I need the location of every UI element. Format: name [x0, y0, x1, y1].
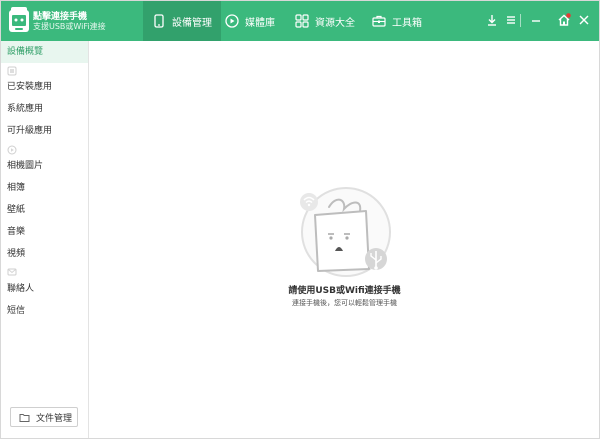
empty-state-subtitle: 連接手機後，您可以輕鬆管理手機 — [292, 299, 397, 307]
sidebar-item-installed-apps[interactable]: 已安裝應用 — [1, 76, 88, 98]
tab-label: 媒體庫 — [245, 17, 275, 29]
sidebar-item-albums[interactable]: 相簿 — [1, 177, 88, 199]
tab-label: 設備管理 — [172, 17, 212, 29]
tab-label: 工具箱 — [392, 17, 422, 29]
download-icon[interactable] — [485, 13, 499, 27]
close-icon[interactable] — [577, 13, 591, 27]
toolbox-icon — [372, 14, 386, 28]
messages-section-icon — [7, 267, 17, 277]
apps-section-icon — [7, 66, 17, 76]
empty-state-title: 請使用USB或Wifi連接手機 — [288, 286, 401, 296]
sidebar-item-device-overview[interactable]: 設備概覽 — [1, 41, 88, 63]
minimize-icon[interactable] — [529, 13, 543, 27]
disconnected-phone-illustration — [299, 185, 393, 279]
sidebar-item-wallpapers[interactable]: 壁紙 — [1, 199, 88, 221]
phone-icon — [152, 14, 166, 28]
sidebar-item-sms[interactable]: 短信 — [1, 300, 88, 322]
grid-icon — [295, 14, 309, 28]
sidebar-item-contacts[interactable]: 聯絡人 — [1, 278, 88, 300]
tab-toolbox[interactable]: 工具箱 — [363, 1, 431, 41]
tab-resources[interactable]: 資源大全 — [286, 1, 364, 41]
tab-media-library[interactable]: 媒體庫 — [216, 1, 284, 41]
sidebar-item-videos[interactable]: 視頻 — [1, 243, 88, 265]
sidebar-item-upgradable-apps[interactable]: 可升級應用 — [1, 120, 88, 142]
file-manager-button[interactable]: 文件管理 — [10, 407, 78, 427]
folder-icon — [19, 412, 30, 423]
title-bar-divider — [520, 14, 521, 27]
media-section-icon — [7, 145, 17, 155]
main-content: 請使用USB或Wifi連接手機 連接手機後，您可以輕鬆管理手機 — [90, 41, 599, 438]
sidebar: 設備概覽 已安裝應用 系統應用 可升級應用 相機圖片 相簿 壁紙 音樂 視頻 聯… — [1, 41, 89, 438]
tab-device-management[interactable]: 設備管理 — [143, 1, 221, 41]
app-window: 點擊連接手機 支援USB或WiFi連接 設備管理 媒體庫 資源大全 工具箱 設備… — [0, 0, 600, 439]
file-manager-label: 文件管理 — [36, 413, 73, 424]
sidebar-item-music[interactable]: 音樂 — [1, 221, 88, 243]
play-circle-icon — [225, 14, 239, 28]
app-subtitle: 支援USB或WiFi連接 — [33, 22, 106, 31]
sidebar-item-system-apps[interactable]: 系統應用 — [1, 98, 88, 120]
app-logo-icon — [8, 7, 30, 33]
menu-icon[interactable] — [504, 13, 518, 27]
sidebar-item-camera-photos[interactable]: 相機圖片 — [1, 155, 88, 177]
tab-label: 資源大全 — [315, 17, 355, 29]
title-bar: 點擊連接手機 支援USB或WiFi連接 設備管理 媒體庫 資源大全 工具箱 — [1, 1, 599, 41]
home-icon[interactable] — [557, 13, 571, 27]
